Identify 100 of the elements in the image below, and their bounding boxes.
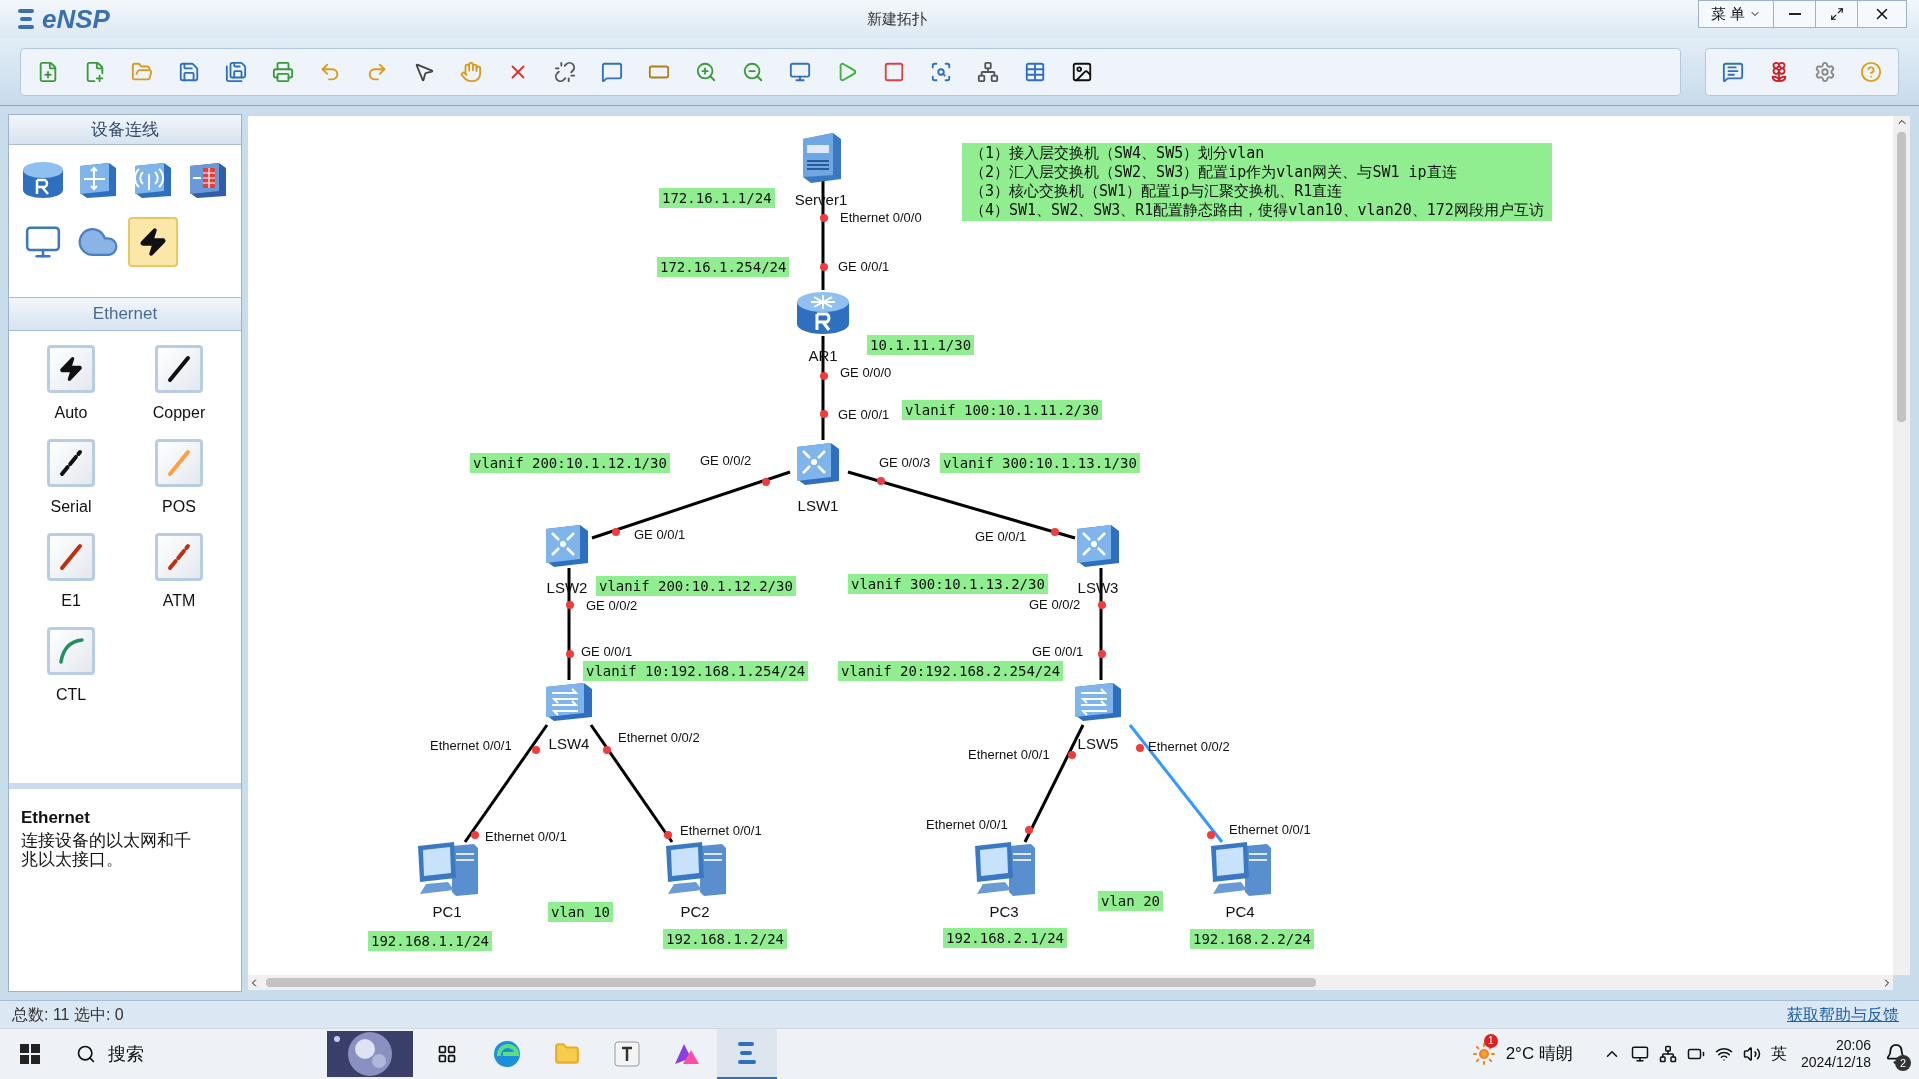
- horizontal-scrollbar[interactable]: [248, 975, 1893, 990]
- unlink-icon: [554, 60, 576, 83]
- scroll-thumb[interactable]: [266, 978, 1316, 987]
- volume-icon[interactable]: [1742, 1045, 1761, 1063]
- address-label: vlanif 300:10.1.13.2/30: [848, 574, 1048, 594]
- address-label: 10.1.11.1/30: [867, 335, 975, 355]
- address-label: vlanif 300:10.1.13.1/30: [940, 453, 1140, 473]
- port-dot: [532, 746, 540, 754]
- address-label: 192.168.1.1/24: [368, 931, 492, 951]
- save-all-icon: [225, 60, 247, 83]
- lightning-icon: [58, 356, 84, 382]
- interface-label: GE 0/0/1: [975, 529, 1027, 544]
- object-count: 总数: 11 选中: 0: [12, 1004, 124, 1025]
- cable-type[interactable]: Serial: [26, 439, 116, 519]
- router-icon: [795, 290, 851, 336]
- port-dot: [1051, 528, 1059, 536]
- folder-icon: [131, 60, 153, 83]
- vertical-scrollbar[interactable]: [1893, 116, 1910, 975]
- interface-label: GE 0/0/1: [838, 259, 890, 274]
- address-label: vlan 10: [548, 902, 613, 922]
- port-dot: [820, 410, 828, 418]
- wifi-icon[interactable]: [1714, 1045, 1733, 1063]
- description-text: 连接设备的以太网和千兆以太接口。: [21, 830, 192, 869]
- interface-label: GE 0/0/0: [840, 365, 892, 380]
- zoom-in-icon: [695, 60, 717, 83]
- scroll-thumb[interactable]: [1897, 132, 1906, 422]
- help-link[interactable]: 获取帮助与反馈: [1787, 1002, 1899, 1027]
- note-line: （4）SW1、SW2、SW3、R1配置静态路由，使得vlan10、vlan20、172网段用户互访: [970, 201, 1544, 220]
- network-icon[interactable]: [1658, 1045, 1677, 1063]
- cable-type[interactable]: CTL: [26, 627, 116, 707]
- note-line: （3）核心交换机（SW1）配置ip与汇聚交换机、R1直连: [970, 182, 1344, 201]
- curve-icon: [56, 636, 86, 666]
- document-app-icon: [614, 1041, 640, 1067]
- node-label: LSW5: [1077, 736, 1119, 752]
- port-dot: [820, 263, 828, 271]
- port-dot: [1098, 601, 1106, 609]
- node-label: PC2: [680, 904, 710, 920]
- node-label: PC1: [432, 904, 462, 920]
- port-dot: [1098, 650, 1106, 658]
- notification-badge: 2: [1895, 1055, 1911, 1071]
- port-dot: [664, 831, 672, 839]
- interface-label: Ethernet 0/0/1: [430, 738, 512, 753]
- address-label: vlanif 200:10.1.12.1/30: [470, 453, 670, 473]
- chat-icon: [1722, 60, 1744, 83]
- device-category[interactable]: [127, 217, 178, 267]
- cable-type[interactable]: Auto: [26, 345, 116, 425]
- node-label: PC4: [1225, 904, 1255, 920]
- comment-icon: [601, 60, 623, 83]
- taskbar-app[interactable]: [717, 1029, 777, 1079]
- window-title: 新建拓扑: [865, 8, 928, 29]
- new-file-icon: [37, 60, 59, 83]
- weather-icon: [1471, 1042, 1496, 1066]
- address-label: vlanif 100:10.1.11.2/30: [902, 400, 1102, 420]
- new-file-icon: [84, 60, 106, 83]
- address-label: vlanif 20:192.168.2.254/24: [838, 661, 1064, 681]
- node-label: PC3: [989, 904, 1019, 920]
- address-label: vlanif 10:192.168.1.254/24: [583, 661, 809, 681]
- cable-type[interactable]: E1: [26, 533, 116, 613]
- interface-label: Ethernet 0/0/1: [680, 823, 762, 838]
- input-language[interactable]: 英: [1770, 1042, 1787, 1066]
- search-field[interactable]: 搜索: [60, 1034, 325, 1074]
- interface-label: GE 0/0/2: [586, 598, 638, 613]
- capture-icon: [930, 60, 952, 83]
- address-label: 192.168.2.2/24: [1190, 929, 1314, 949]
- help-icon: [1860, 60, 1882, 83]
- cable-type[interactable]: Copper: [134, 345, 224, 425]
- note-line: （1）接入层交换机（SW4、SW5）划分vlan: [970, 144, 1266, 163]
- address-label: 172.16.1.254/24: [657, 257, 790, 277]
- port-dot: [877, 477, 885, 485]
- node-label: LSW4: [548, 736, 590, 752]
- address-label: vlanif 200:10.1.12.2/30: [596, 576, 796, 596]
- port-dot: [603, 746, 611, 754]
- monitor-icon[interactable]: [1630, 1045, 1649, 1063]
- interface-label: GE 0/0/1: [838, 407, 890, 422]
- save-icon: [178, 60, 200, 83]
- maximize-icon: [1829, 7, 1844, 21]
- port-dot: [762, 478, 770, 486]
- note-line: （2）汇入层交换机（SW2、SW3）配置ip作为vlan网关、与SW1 ip直连: [970, 163, 1458, 182]
- folder-icon: [554, 1041, 580, 1067]
- port-dot: [1136, 744, 1144, 752]
- zoom-out-icon: [742, 60, 764, 83]
- interface-label: GE 0/0/2: [1029, 597, 1081, 612]
- topology-icon: [977, 60, 999, 83]
- interface-label: GE 0/0/1: [1032, 644, 1084, 659]
- picture-frame-icon: [1071, 60, 1093, 83]
- interface-label: Ethernet 0/0/1: [968, 747, 1050, 762]
- weather-badge: 1: [1483, 1034, 1498, 1048]
- cable-type[interactable]: POS: [134, 439, 224, 519]
- monitor-icon: [23, 223, 62, 261]
- browser-icon: [493, 1040, 521, 1068]
- link-line[interactable]: [847, 470, 1076, 540]
- address-label: 192.168.1.2/24: [663, 929, 787, 949]
- port-dot: [1025, 826, 1033, 834]
- interface-label: Ethernet 0/0/2: [618, 730, 700, 745]
- port-dot: [1068, 751, 1076, 759]
- task-view-icon: [437, 1044, 457, 1064]
- port-dot: [1207, 831, 1215, 839]
- cable-type[interactable]: ATM: [134, 533, 224, 613]
- interface-label: Ethernet 0/0/2: [1148, 739, 1230, 754]
- minimize-icon: [1788, 13, 1801, 15]
